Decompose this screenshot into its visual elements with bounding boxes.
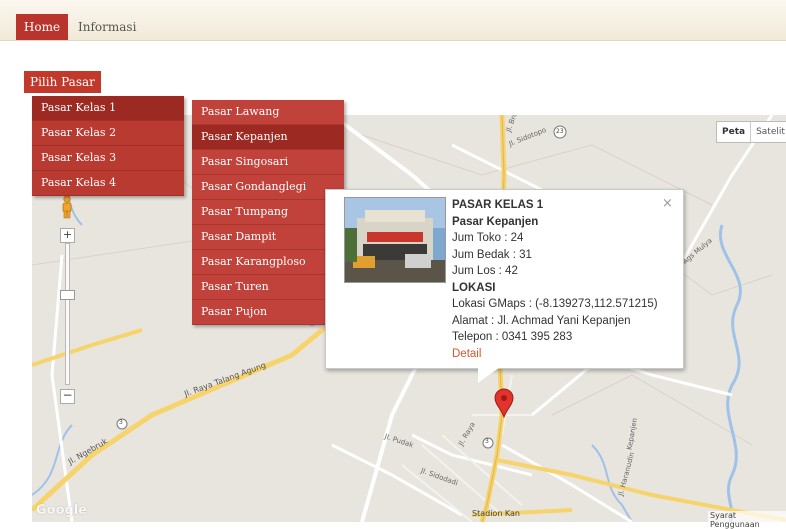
menu-pasar: Pasar Lawang Pasar Kepanjen Pasar Singos… — [192, 100, 344, 325]
map-marker-icon[interactable] — [494, 388, 514, 418]
menu-pasar-item[interactable]: Pasar Kepanjen — [192, 125, 344, 150]
nav-home[interactable]: Home — [16, 14, 68, 40]
info-detail-link[interactable]: Detail — [452, 346, 658, 363]
nav-informasi[interactable]: Informasi — [78, 14, 136, 40]
top-nav-bar: Home Informasi — [0, 0, 786, 41]
zoom-slider-track[interactable] — [65, 243, 70, 385]
menu-pasar-item[interactable]: Pasar Gondanglegi — [192, 175, 344, 200]
info-kelas: PASAR KELAS 1 — [452, 199, 544, 211]
zoom-in-button[interactable]: + — [60, 228, 75, 243]
market-info-window: × PASAR KELAS 1 Pasar Kepanjen Jum Toko … — [325, 189, 684, 369]
terms-link[interactable]: Syarat Penggunaan — [708, 511, 786, 529]
menu-pasar-item[interactable]: Pasar Lawang — [192, 100, 344, 125]
menu-pasar-item[interactable]: Pasar Pujon — [192, 300, 344, 325]
menu-kelas-item[interactable]: Pasar Kelas 4 — [32, 171, 184, 196]
menu-pasar-item[interactable]: Pasar Singosari — [192, 150, 344, 175]
info-bedak: Jum Bedak : 31 — [452, 248, 532, 261]
market-photo-image — [345, 198, 445, 282]
close-icon[interactable]: × — [662, 196, 673, 211]
map-label-route-3a: 3 — [485, 438, 489, 445]
zoom-out-button[interactable]: − — [60, 389, 75, 404]
map-type-control: Peta Satelit — [716, 121, 786, 143]
info-nama: Pasar Kepanjen — [452, 215, 539, 228]
pegman-icon[interactable] — [60, 195, 74, 219]
map-label-route-3b: 3 — [119, 419, 123, 426]
menu-pasar-item[interactable]: Pasar Karangploso — [192, 250, 344, 275]
menu-kelas-item[interactable]: Pasar Kelas 2 — [32, 121, 184, 146]
zoom-slider-thumb[interactable] — [60, 290, 75, 300]
google-logo: Google — [36, 503, 88, 518]
map-type-satelit[interactable]: Satelit — [751, 122, 786, 142]
pilih-pasar-button[interactable]: Pilih Pasar — [24, 71, 101, 93]
info-los: Jum Los : 42 — [452, 265, 518, 277]
menu-kelas: Pasar Kelas 1 Pasar Kelas 2 Pasar Kelas … — [32, 96, 184, 196]
info-toko: Jum Toko : 24 — [452, 232, 524, 244]
map-label-route-23: 23 — [556, 128, 564, 135]
info-alamat: Alamat : Jl. Achmad Yani Kepanjen — [452, 314, 631, 327]
info-window-tail — [478, 367, 500, 383]
menu-kelas-item[interactable]: Pasar Kelas 1 — [32, 96, 184, 121]
menu-pasar-item[interactable]: Pasar Tumpang — [192, 200, 344, 225]
market-photo — [344, 197, 446, 283]
info-lokasi-heading: LOKASI — [452, 281, 496, 294]
market-info-text: PASAR KELAS 1 Pasar Kepanjen Jum Toko : … — [452, 197, 658, 362]
map-type-peta[interactable]: Peta — [717, 122, 752, 142]
menu-pasar-item[interactable]: Pasar Turen — [192, 275, 344, 300]
menu-pasar-item[interactable]: Pasar Dampit — [192, 225, 344, 250]
map-label-stadion: Stadion Kan — [472, 509, 521, 518]
info-telepon: Telepon : 0341 395 283 — [452, 331, 573, 343]
menu-kelas-item[interactable]: Pasar Kelas 3 — [32, 146, 184, 171]
info-gmaps: Lokasi GMaps : (-8.139273,112.571215) — [452, 298, 658, 310]
